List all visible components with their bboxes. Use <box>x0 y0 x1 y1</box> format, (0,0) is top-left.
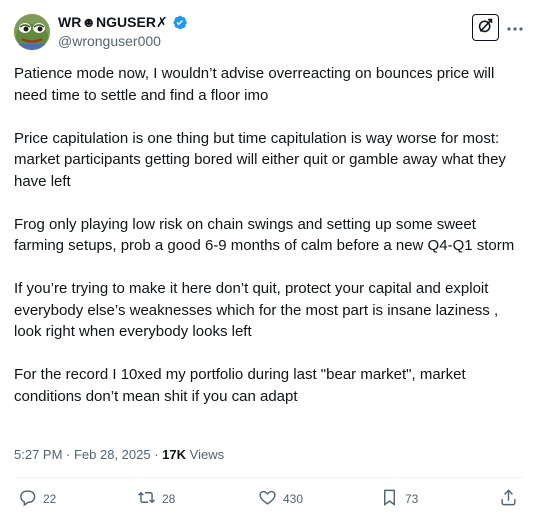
bookmark-button[interactable]: 73 <box>380 487 418 511</box>
post-paragraph: Price capitulation is one thing but time… <box>14 129 506 190</box>
share-icon <box>499 488 518 510</box>
reply-count: 22 <box>43 492 57 506</box>
verified-badge-icon <box>171 14 188 31</box>
post-meta: 5:27 PM · Feb 28, 2025 · 17K Views <box>14 446 224 463</box>
share-button[interactable] <box>499 487 518 511</box>
grok-icon <box>477 17 494 39</box>
avatar[interactable] <box>14 14 50 50</box>
views-count: 17K <box>162 447 187 462</box>
repost-button[interactable]: 28 <box>137 487 175 511</box>
repost-icon <box>137 488 156 510</box>
bookmark-icon <box>380 488 399 510</box>
post-paragraph: For the record I 10xed my portfolio duri… <box>14 366 466 405</box>
post-paragraph: Patience mode now, I wouldn’t advise ove… <box>14 65 495 104</box>
more-button[interactable] <box>504 16 526 38</box>
more-icon <box>507 18 523 36</box>
like-count: 430 <box>283 492 304 506</box>
post-timestamp[interactable]: 5:27 PM · Feb 28, 2025 <box>14 447 151 462</box>
post-paragraph: Frog only playing low risk on chain swin… <box>14 215 515 255</box>
grok-button[interactable] <box>472 14 499 41</box>
action-bar: 22 28 430 73 <box>0 487 533 511</box>
post-paragraph: If you’re trying to make it here don’t q… <box>14 280 499 340</box>
author-name-row[interactable]: WR☻NGUSER✗ <box>58 14 188 31</box>
meta-separator: · <box>154 447 163 462</box>
heart-icon <box>258 488 277 510</box>
author-handle[interactable]: @wronguser000 <box>58 33 161 50</box>
repost-count: 28 <box>162 492 176 506</box>
post-text: Patience mode now, I wouldn’t advise ove… <box>14 63 524 429</box>
like-button[interactable]: 430 <box>258 487 303 511</box>
divider <box>14 477 523 478</box>
bookmark-count: 73 <box>405 492 419 506</box>
reply-icon <box>18 488 37 510</box>
author-display-name[interactable]: WR☻NGUSER✗ <box>58 14 168 31</box>
views-label: Views <box>189 447 225 462</box>
reply-button[interactable]: 22 <box>18 487 56 511</box>
